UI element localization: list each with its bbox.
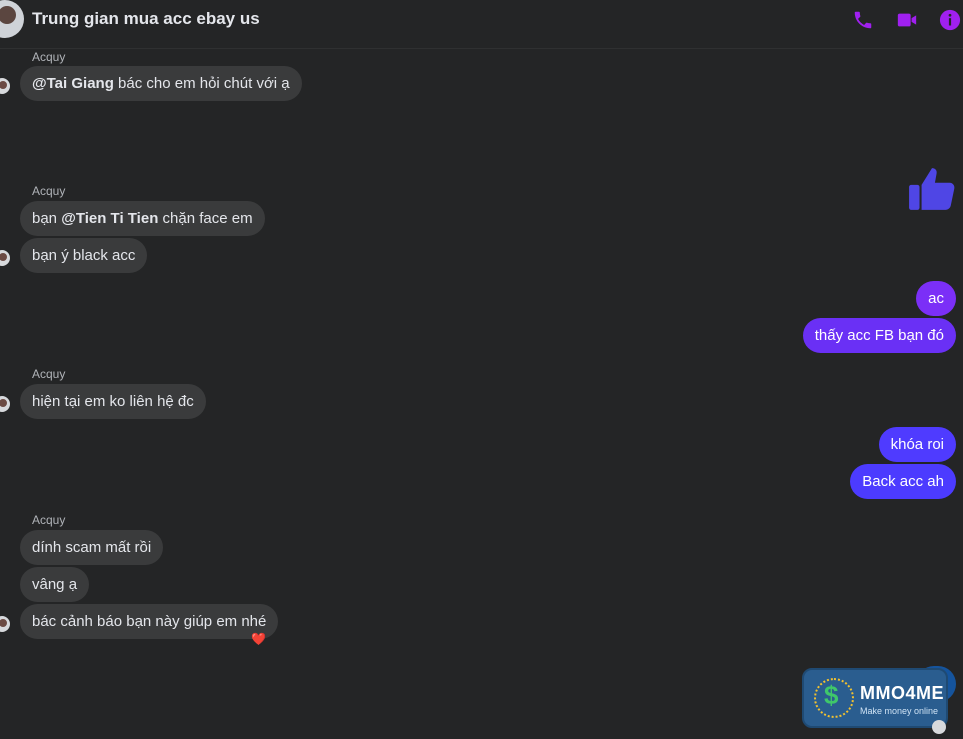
incoming-message[interactable]: hiện tại em ko liên hệ đc bbox=[20, 384, 206, 419]
heart-reaction-icon[interactable]: ❤️ bbox=[251, 632, 266, 646]
info-icon[interactable] bbox=[939, 9, 961, 31]
incoming-message[interactable]: bác cảnh báo bạn này giúp em nhé bbox=[20, 604, 279, 639]
logo-tagline: Make money online bbox=[860, 706, 939, 716]
chat-header: Trung gian mua acc ebay us bbox=[0, 0, 963, 49]
incoming-message[interactable]: @Tai Giang bác cho em hỏi chút với ạ bbox=[20, 66, 302, 101]
sender-name: Acquy bbox=[32, 50, 66, 64]
incoming-message[interactable]: bạn ý black acc bbox=[20, 238, 148, 273]
video-icon[interactable] bbox=[896, 9, 918, 31]
mention[interactable]: @Tien Ti Tien bbox=[61, 210, 158, 227]
avatar[interactable] bbox=[0, 616, 10, 632]
seen-avatar bbox=[932, 720, 946, 734]
message-text: chặn face em bbox=[162, 210, 253, 227]
message-text: bác cho em hỏi chút với ạ bbox=[118, 75, 290, 92]
avatar[interactable] bbox=[0, 250, 10, 266]
incoming-message[interactable]: vâng ạ bbox=[20, 567, 90, 602]
outgoing-message[interactable]: khóa roi bbox=[878, 427, 956, 462]
thumbs-up-icon[interactable] bbox=[907, 164, 957, 214]
logo-brand: MMO4ME bbox=[860, 683, 944, 703]
incoming-message[interactable]: bạn @Tien Ti Tien chặn face em bbox=[20, 201, 265, 236]
dollar-icon: $ bbox=[824, 680, 839, 710]
sender-name: Acquy bbox=[32, 513, 66, 527]
message-text: bạn bbox=[32, 210, 62, 227]
sender-name: Acquy bbox=[32, 184, 66, 198]
outgoing-message[interactable]: ac bbox=[916, 281, 956, 316]
incoming-message[interactable]: dính scam mất rồi bbox=[20, 530, 164, 565]
message-list[interactable]: Acquy @Tai Giang bác cho em hỏi chút với… bbox=[0, 48, 963, 739]
avatar[interactable] bbox=[0, 396, 10, 412]
mention[interactable]: @Tai Giang bbox=[32, 75, 114, 92]
mmo4me-logo: $ MMO4ME Make money online bbox=[802, 668, 948, 728]
conversation-title[interactable]: Trung gian mua acc ebay us bbox=[32, 9, 260, 29]
phone-icon[interactable] bbox=[852, 9, 874, 31]
group-avatar[interactable] bbox=[0, 0, 24, 38]
outgoing-message[interactable]: Back acc ah bbox=[850, 464, 956, 499]
sender-name: Acquy bbox=[32, 367, 66, 381]
outgoing-message[interactable]: thấy acc FB bạn đó bbox=[802, 318, 956, 353]
avatar[interactable] bbox=[0, 78, 10, 94]
